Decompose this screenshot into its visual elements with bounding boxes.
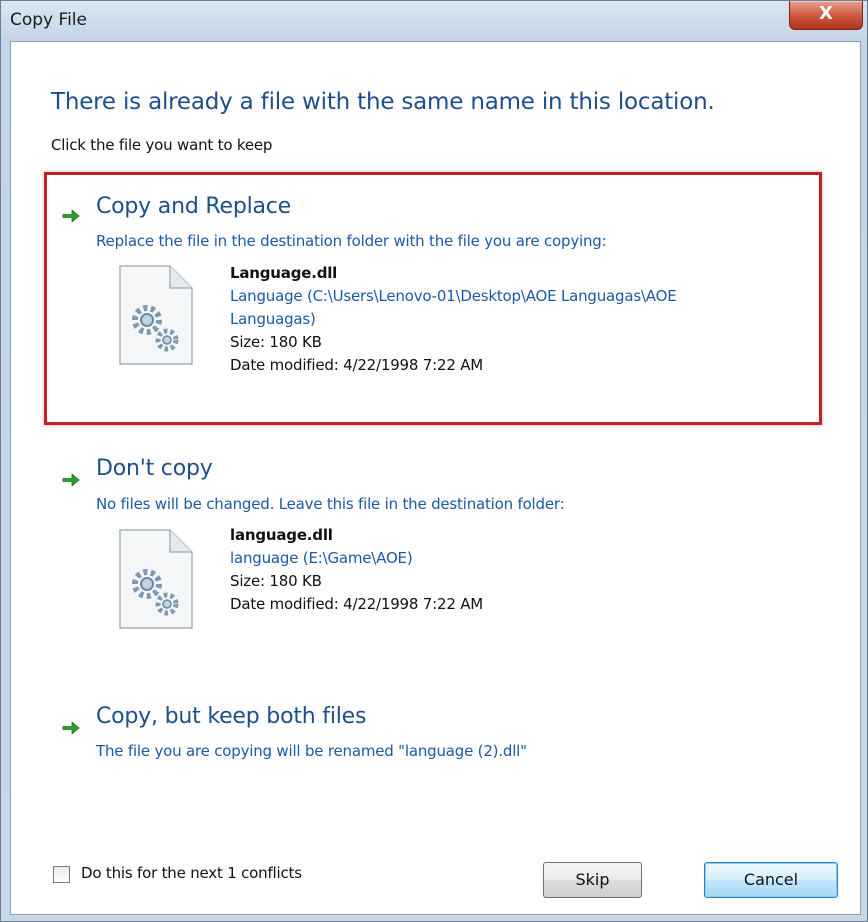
close-icon: X [819,3,833,24]
file-name: Language.dll [230,264,338,282]
option-description: The file you are copying will be renamed… [96,742,527,760]
file-size: Size: 180 KB [230,572,322,590]
option-dont-copy[interactable]: Don't copy No files will be changed. Lea… [11,456,860,656]
dialog-content: There is already a file with the same na… [10,41,861,915]
green-arrow-icon [62,473,80,487]
window-title: Copy File [10,10,87,30]
close-button[interactable]: X [789,1,863,30]
file-size: Size: 180 KB [230,333,322,351]
green-arrow-icon [62,721,80,735]
file-path: language (E:\Game\AOE) [230,549,413,567]
conflicts-checkbox[interactable] [53,866,70,883]
file-name: language.dll [230,526,333,544]
file-date-modified: Date modified: 4/22/1998 7:22 AM [230,595,484,613]
file-details: language.dll language (E:\Game\AOE) Size… [230,524,750,616]
option-copy-and-replace[interactable]: Copy and Replace Replace the file in the… [11,192,860,422]
conflicts-checkbox-label[interactable]: Do this for the next 1 conflicts [81,864,302,882]
file-path: Language (C:\Users\Lenovo-01\Desktop\AOE… [230,287,677,328]
green-arrow-icon [62,209,80,223]
option-title: Copy and Replace [96,194,292,219]
skip-button[interactable]: Skip [543,862,642,898]
file-date-modified: Date modified: 4/22/1998 7:22 AM [230,356,484,374]
dialog-heading: There is already a file with the same na… [51,89,715,115]
copy-file-dialog: Copy File X There is already a file with… [0,0,868,922]
option-title: Don't copy [96,456,213,481]
file-details: Language.dll Language (C:\Users\Lenovo-0… [230,262,750,377]
title-bar[interactable]: Copy File X [1,1,867,41]
option-title: Copy, but keep both files [96,704,367,729]
dll-gear-file-icon [119,529,193,629]
option-keep-both-files[interactable]: Copy, but keep both files The file you a… [11,704,860,774]
cancel-button[interactable]: Cancel [704,862,838,898]
option-description: No files will be changed. Leave this fil… [96,495,565,513]
option-description: Replace the file in the destination fold… [96,232,607,250]
dll-gear-file-icon [119,265,193,365]
dialog-subheading: Click the file you want to keep [51,136,273,154]
